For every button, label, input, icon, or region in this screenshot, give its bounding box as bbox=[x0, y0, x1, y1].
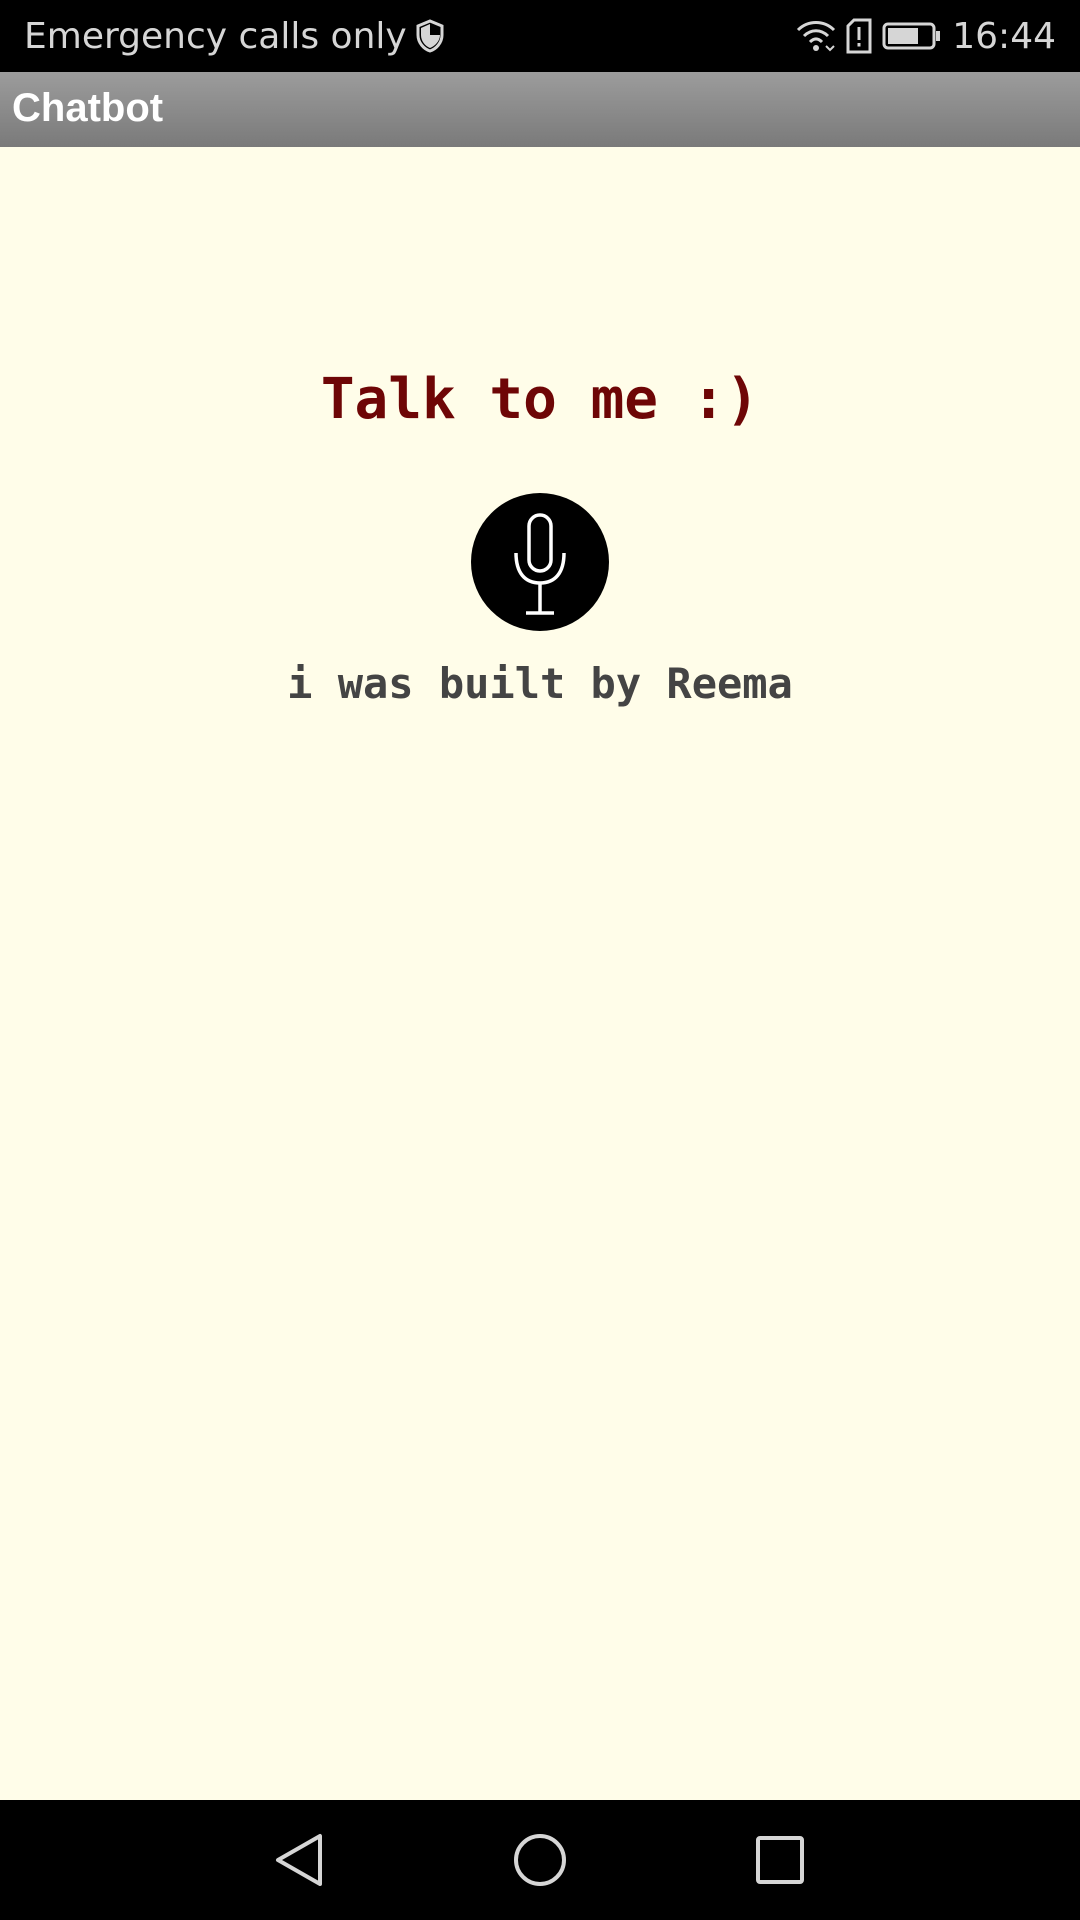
carrier-text: Emergency calls only bbox=[24, 15, 407, 57]
battery-icon bbox=[882, 22, 941, 50]
main-content: Talk to me :) i was built by Reema bbox=[0, 147, 1080, 1800]
home-icon bbox=[514, 1834, 566, 1886]
back-button[interactable] bbox=[270, 1830, 330, 1890]
app-bar: Chatbot bbox=[0, 72, 1080, 148]
back-icon bbox=[276, 1834, 322, 1886]
sim-alert-icon bbox=[846, 18, 872, 54]
recents-button[interactable] bbox=[750, 1830, 810, 1890]
microphone-icon bbox=[514, 513, 566, 615]
status-bar: Emergency calls only 16:44 bbox=[0, 0, 1080, 72]
wifi-icon bbox=[797, 21, 836, 52]
status-right: 16:44 bbox=[796, 14, 1056, 58]
credit-text: i was built by Reema bbox=[287, 659, 793, 708]
microphone-button[interactable] bbox=[471, 493, 609, 631]
app-title: Chatbot bbox=[12, 86, 164, 130]
home-button[interactable] bbox=[510, 1830, 570, 1890]
clock-text: 16:44 bbox=[952, 15, 1056, 57]
recents-icon bbox=[756, 1836, 804, 1884]
status-left: Emergency calls only bbox=[24, 14, 445, 58]
shield-icon bbox=[416, 19, 444, 53]
headline-text: Talk to me :) bbox=[320, 367, 760, 432]
navigation-bar bbox=[0, 1800, 1080, 1920]
phone-screen: Emergency calls only 16:44 Chatbot Talk … bbox=[0, 0, 1080, 1920]
